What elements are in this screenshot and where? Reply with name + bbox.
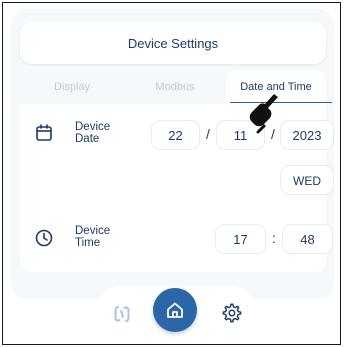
device-time-label: Device Time <box>75 225 110 249</box>
device-date-label: Device Date <box>75 121 110 145</box>
device-date-label-line2: Date <box>75 133 100 145</box>
device-date-label-line1: Device <box>75 121 111 133</box>
device-time-label-line2: Time <box>75 237 101 249</box>
home-button[interactable] <box>153 288 197 332</box>
weekday-field[interactable]: WED <box>280 165 334 195</box>
hour-field[interactable]: 17 <box>215 224 266 254</box>
tab-modbus[interactable]: Modbus <box>124 70 226 104</box>
tab-display[interactable]: Display <box>20 70 124 104</box>
calendar-icon <box>34 123 54 143</box>
day-field[interactable]: 22 <box>151 120 200 150</box>
year-field[interactable]: 2023 <box>280 120 334 150</box>
time-separator: : <box>272 230 276 246</box>
page-title: Device Settings <box>20 22 326 64</box>
pointer-hand-icon <box>248 92 282 136</box>
link-icon[interactable] <box>112 304 132 324</box>
date-separator-1: / <box>206 126 210 142</box>
device-time-label-line1: Device <box>75 225 111 237</box>
clock-icon <box>34 228 54 248</box>
home-icon <box>165 300 185 320</box>
minute-field[interactable]: 48 <box>282 224 333 254</box>
gear-icon[interactable] <box>220 302 242 324</box>
